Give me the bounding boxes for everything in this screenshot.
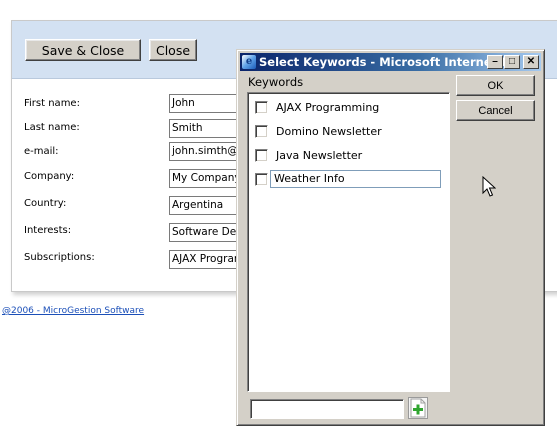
window-title: Select Keywords - Microsoft Internet E..… — [259, 55, 505, 69]
keyword-label: Domino Newsletter — [276, 124, 382, 138]
add-icon — [410, 398, 426, 418]
keyword-checkbox[interactable] — [255, 148, 268, 162]
ok-button[interactable]: OK — [456, 75, 535, 96]
keyword-item[interactable]: AJAX Programming — [255, 97, 379, 117]
first-name-label: First name: — [24, 98, 80, 109]
email-label: e-mail: — [24, 146, 59, 157]
subscriptions-label: Subscriptions: — [24, 252, 95, 263]
country-label: Country: — [24, 198, 67, 209]
close-icon: ✕ — [526, 56, 536, 67]
cancel-button[interactable]: Cancel — [456, 100, 535, 121]
last-name-label: Last name: — [24, 122, 80, 133]
company-label: Company: — [24, 171, 75, 182]
maximize-button[interactable]: □ — [504, 55, 520, 69]
keywords-group-label: Keywords — [248, 75, 304, 89]
new-keyword-input[interactable] — [250, 399, 404, 419]
copyright-link[interactable]: @2006 - MicroGestion Software — [2, 306, 144, 316]
keyword-edit-field[interactable]: Weather Info — [270, 170, 441, 188]
close-window-button[interactable]: ✕ — [523, 55, 539, 69]
keywords-list: AJAX Programming Domino Newsletter Java … — [247, 92, 450, 392]
keyword-item[interactable]: Domino Newsletter — [255, 121, 382, 141]
maximize-icon: □ — [508, 56, 516, 67]
keyword-checkbox[interactable] — [255, 172, 268, 186]
ie-icon: e — [242, 55, 256, 69]
interests-label: Interests: — [24, 225, 72, 236]
select-keywords-window: e Select Keywords - Microsoft Internet E… — [236, 49, 545, 426]
keyword-item[interactable]: Weather Info — [255, 169, 441, 189]
save-close-button[interactable]: Save & Close — [25, 39, 141, 61]
keyword-checkbox[interactable] — [255, 124, 268, 138]
keyword-label: Java Newsletter — [276, 148, 363, 162]
add-keyword-button[interactable] — [408, 397, 428, 419]
keyword-label: AJAX Programming — [276, 100, 380, 114]
keyword-item[interactable]: Java Newsletter — [255, 145, 362, 165]
mouse-cursor-icon — [482, 176, 496, 197]
minimize-button[interactable]: – — [487, 55, 503, 69]
keyword-checkbox[interactable] — [255, 100, 268, 114]
minimize-icon: – — [492, 56, 498, 67]
window-titlebar[interactable]: e Select Keywords - Microsoft Internet E… — [240, 53, 541, 71]
close-button[interactable]: Close — [149, 39, 197, 61]
